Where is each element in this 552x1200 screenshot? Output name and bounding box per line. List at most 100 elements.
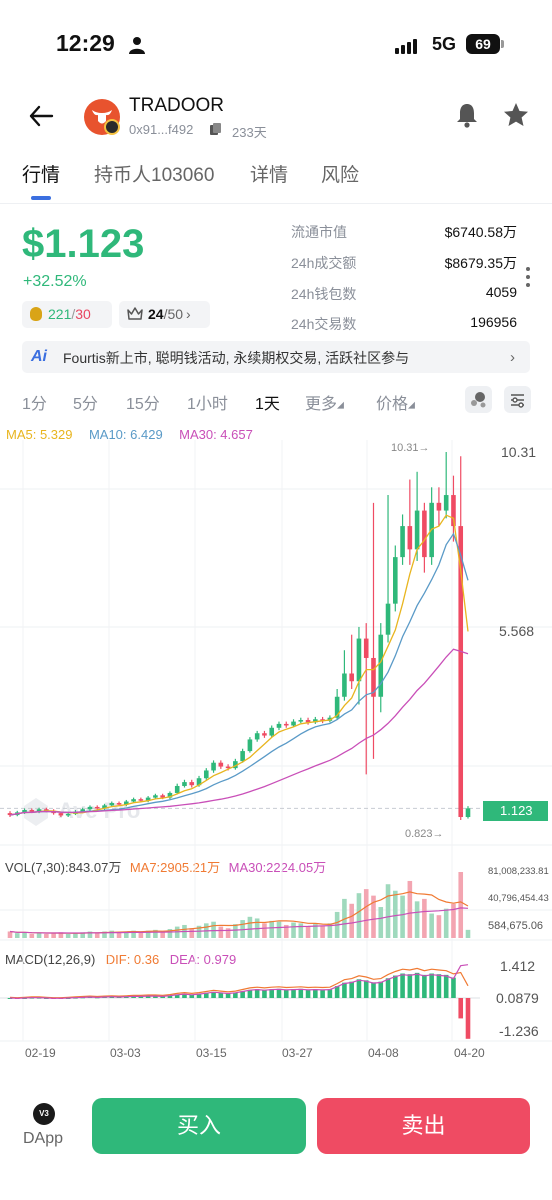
stat-label-wallets: 24h钱包数 [291,286,357,302]
sliders-icon [511,394,524,408]
candle-body [94,806,100,809]
pill-rank-total: /50 [163,306,184,322]
announcement-text: Fourtis新上市, 聪明钱活动, 永续期权交易, 活跃社区参与 [63,350,410,366]
candle-body [153,795,158,798]
macd-bar [451,977,456,998]
candle-body [58,813,64,816]
money-bag-icon [30,307,42,321]
price-axis-mid: 5.568 [499,623,534,639]
volume-bar [225,928,231,938]
macd-bar [291,989,296,998]
macd-bar [313,989,318,998]
macd-bar [262,989,267,998]
interval-more-label: 更多 [305,396,338,413]
smart-money-pill[interactable]: 221/30 [22,301,112,328]
bell-icon[interactable] [453,101,481,129]
interval-1m[interactable]: 1分 [22,390,47,414]
ma30-line [9,648,469,816]
price-change: +32.52% [23,273,87,290]
volume-bar [36,933,42,938]
tab-details[interactable]: 详情 [250,160,288,187]
volume-bar [429,913,434,938]
tab-holders[interactable]: 持币人103060 [94,160,214,187]
candle-body [218,762,224,767]
stat-label-volume: 24h成交额 [291,255,357,271]
candle-body [342,673,347,697]
more-vertical-icon[interactable] [526,266,530,288]
candle-body [211,762,216,771]
macd-bar [422,974,427,998]
buy-button[interactable]: 买入 [92,1098,306,1154]
interval-price-mode[interactable]: 价格◢ [376,390,415,414]
ma10-line [9,532,469,816]
stat-value-wallets: 4059 [485,284,517,300]
volume-bar [218,926,224,938]
volume-bar [269,920,275,938]
kol-pill[interactable]: 24/50 › [119,301,210,328]
candle-body [356,638,362,682]
back-arrow-icon[interactable] [28,103,54,129]
interval-5m[interactable]: 5分 [73,390,98,414]
macd-bar [356,979,362,998]
interval-more[interactable]: 更多◢ [305,390,344,414]
price-chart[interactable]: Ave Pro10.315.56810.31→0.823→1.12381,008… [0,430,552,1070]
token-address[interactable]: 0x91...f492 [129,122,193,137]
macd-bar [414,972,420,998]
x-axis-label: 02-19 [25,1046,56,1060]
macd-bar [283,989,289,998]
volume-bar [349,903,354,938]
volume-bar [233,924,238,938]
chart-settings-button[interactable] [504,386,531,413]
sell-button[interactable]: 卖出 [317,1098,530,1154]
dapp-label[interactable]: DApp [23,1130,63,1148]
x-axis-label: 04-20 [454,1046,485,1060]
candle-body [182,782,187,786]
dapp-icon[interactable]: V3 [33,1103,55,1125]
candle-body [363,638,369,658]
volume-bar [414,901,420,938]
macd-bar [371,982,376,998]
chevron-right-icon: › [510,349,515,366]
caret-down-icon: ◢ [408,399,415,410]
interval-1h[interactable]: 1小时 [187,390,228,414]
volume-bar [407,880,413,938]
stat-value-volume: $8679.35万 [444,255,517,271]
volume-bar [422,898,427,938]
token-name: TRADOOR [129,95,224,116]
token-age: 233天 [232,125,267,140]
candle-body [349,673,354,682]
indicator-toggle-button[interactable] [465,386,492,413]
status-time: 12:29 [56,30,115,56]
candle-body [29,810,35,812]
ma5-line [9,514,469,816]
volume-bar [436,915,442,938]
crown-icon [127,307,143,320]
interval-15m[interactable]: 15分 [126,390,160,414]
stat-value-market-cap: $6740.58万 [444,224,517,240]
candle-body [465,808,471,818]
candle-body [422,510,427,558]
candle-body [443,495,449,511]
tab-risk[interactable]: 风险 [321,160,359,187]
volume-bar [7,931,13,938]
low-marker: 0.823→ [405,828,444,840]
ai-icon: Ai [31,348,47,365]
candle-body [109,803,115,806]
macd-bar [342,982,347,998]
copy-icon[interactable] [210,123,221,135]
chevron-right-icon: › [186,306,191,322]
tab-market[interactable]: 行情 [22,160,60,187]
candle-body [283,723,289,726]
volume-bar [458,872,464,938]
interval-1d[interactable]: 1天 [255,390,280,414]
price-axis-high: 10.31 [501,444,536,460]
candle-body [240,751,245,762]
volume-bar [14,933,20,938]
candle-body [65,813,71,816]
candle-body [87,806,93,810]
vol-ma30-line [9,907,469,934]
volume-bar [29,933,35,938]
interval-price-label: 价格 [376,396,409,413]
macd-dif-line [9,967,469,999]
star-icon[interactable] [502,101,530,129]
